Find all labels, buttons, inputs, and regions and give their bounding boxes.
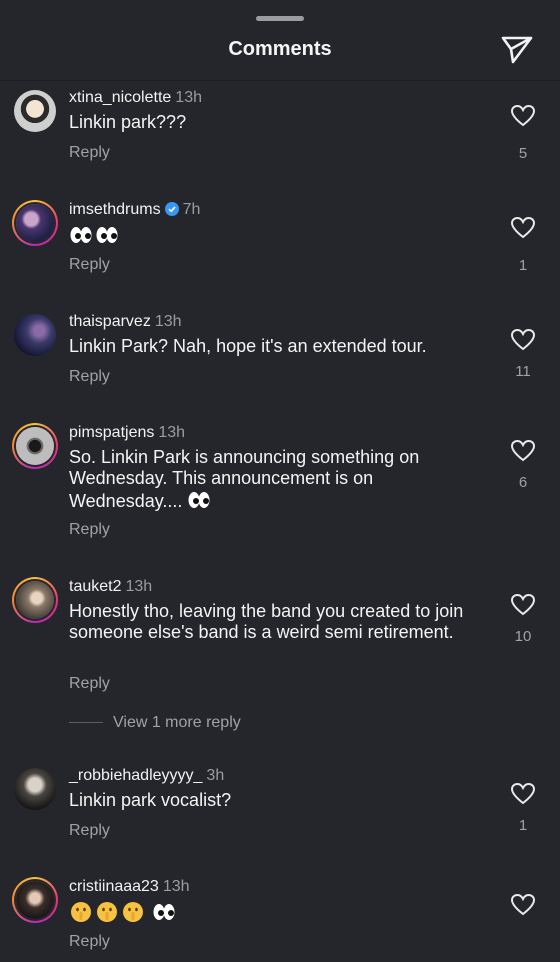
- like-count: 11: [515, 363, 531, 380]
- timestamp: 13h: [125, 578, 153, 595]
- reply-button[interactable]: Reply: [69, 933, 110, 951]
- comments-list[interactable]: xtina_nicolette 13h Linkin park??? Reply …: [0, 80, 560, 962]
- heart-icon[interactable]: [510, 439, 536, 463]
- heart-icon[interactable]: [510, 216, 536, 240]
- like-count: 1: [518, 257, 528, 274]
- comment-text: Honestly tho, leaving the band you creat…: [69, 601, 464, 642]
- comment-text: [69, 224, 469, 247]
- drag-handle[interactable]: [256, 16, 304, 21]
- heart-icon[interactable]: [510, 782, 536, 806]
- reply-button[interactable]: Reply: [69, 675, 110, 693]
- heart-icon[interactable]: [510, 104, 536, 128]
- shushing-face-emoji-icon: [69, 902, 152, 923]
- username[interactable]: cristiinaaa23: [69, 878, 159, 895]
- eyes-emoji-icon: [69, 226, 121, 246]
- reply-button[interactable]: Reply: [69, 368, 110, 386]
- timestamp: 13h: [158, 424, 186, 441]
- divider: [69, 722, 103, 724]
- avatar[interactable]: [12, 766, 58, 812]
- timestamp: 7h: [182, 201, 201, 218]
- eyes-emoji-icon: [188, 492, 210, 508]
- reply-button[interactable]: Reply: [69, 822, 110, 840]
- avatar[interactable]: [12, 577, 58, 623]
- reply-button[interactable]: Reply: [69, 521, 110, 539]
- username[interactable]: thaisparvez: [69, 313, 151, 330]
- username[interactable]: imsethdrums: [69, 201, 161, 218]
- like-count: 5: [518, 145, 528, 162]
- reply-button[interactable]: Reply: [69, 144, 110, 162]
- heart-icon[interactable]: [510, 893, 536, 917]
- heart-icon[interactable]: [510, 593, 536, 617]
- avatar[interactable]: [12, 877, 58, 923]
- like-count: 1: [518, 817, 528, 834]
- heart-icon[interactable]: [510, 328, 536, 352]
- eyes-emoji-icon: [153, 904, 175, 920]
- send-icon[interactable]: [500, 34, 534, 66]
- timestamp: 13h: [154, 313, 182, 330]
- comments-header: Comments: [0, 0, 560, 81]
- comment-text: [69, 901, 469, 924]
- like-count: 10: [514, 628, 532, 645]
- timestamp: 13h: [175, 89, 202, 106]
- comment-text: Linkin park vocalist?: [69, 790, 232, 810]
- username[interactable]: _robbiehadleyyyy_: [69, 767, 202, 784]
- verified-badge-icon: [164, 202, 179, 216]
- username[interactable]: xtina_nicolette: [69, 89, 171, 106]
- like-count: 6: [518, 474, 528, 491]
- avatar[interactable]: [12, 200, 58, 246]
- username[interactable]: pimspatjens: [69, 424, 154, 441]
- avatar[interactable]: [12, 88, 58, 134]
- view-more-replies-button[interactable]: View 1 more reply: [69, 714, 241, 732]
- page-title: Comments: [228, 38, 332, 60]
- reply-button[interactable]: Reply: [69, 256, 110, 274]
- avatar[interactable]: [12, 423, 58, 469]
- comment-text: Linkin Park? Nah, hope it's an extended …: [69, 336, 427, 356]
- username[interactable]: tauket2: [69, 578, 121, 595]
- comment-text: Linkin park???: [69, 112, 187, 132]
- timestamp: 3h: [206, 767, 225, 784]
- timestamp: 13h: [162, 878, 190, 895]
- comment-text: So. Linkin Park is announcing something …: [69, 447, 420, 511]
- avatar[interactable]: [12, 312, 58, 358]
